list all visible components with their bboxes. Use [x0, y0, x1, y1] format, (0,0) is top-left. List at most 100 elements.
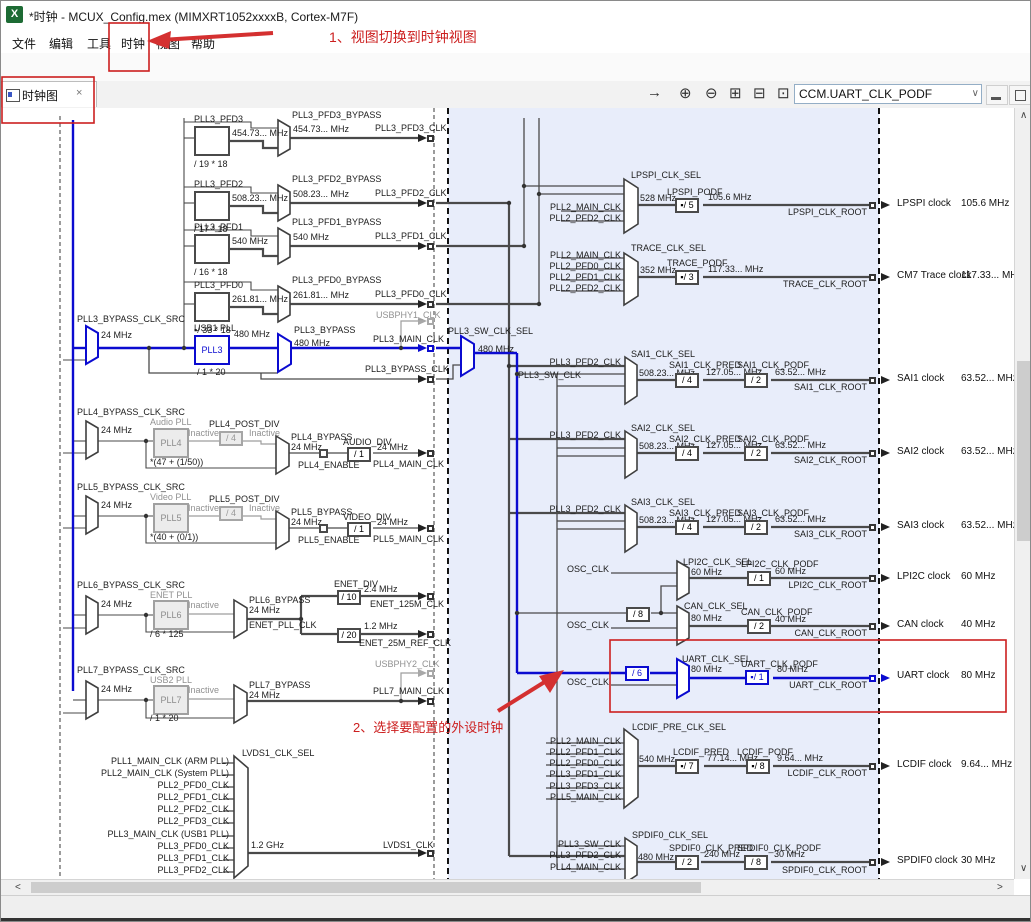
pll6-box[interactable]: PLL6	[153, 600, 189, 630]
sai1-clk-root-port[interactable]	[869, 377, 876, 384]
lcdif-podf[interactable]: ▪/ 8	[746, 759, 770, 774]
zoom-in-icon[interactable]: ⊕	[679, 84, 692, 102]
combo-caret-icon[interactable]: ∨	[972, 85, 979, 103]
sai2-clk-sel-mux[interactable]	[625, 431, 637, 478]
can-pre-div[interactable]: / 8	[626, 607, 650, 622]
spdif-clk-root-port[interactable]	[869, 859, 876, 866]
menu-edit[interactable]: 编辑	[46, 34, 76, 53]
trace-podf[interactable]: ▪/ 3	[675, 270, 699, 285]
comment-icon[interactable]: ⊡	[777, 84, 790, 102]
pfd0-clk-port[interactable]	[427, 301, 434, 308]
pll3-box[interactable]: PLL3	[194, 335, 230, 365]
pll5-mult[interactable]: *(40 + (0/1))	[150, 532, 198, 542]
enet-25m-ref-clk-port[interactable]	[427, 631, 434, 638]
pll6-bypass-src-mux[interactable]	[86, 596, 98, 634]
pll5-enable-gate[interactable]	[319, 524, 328, 533]
menu-clocks[interactable]: 时钟	[118, 34, 148, 53]
zoom-out-icon[interactable]: ⊖	[705, 84, 718, 102]
pll7-main-clk-port[interactable]	[427, 698, 434, 705]
vertical-scroll-thumb[interactable]	[1017, 361, 1030, 541]
sai2-pred[interactable]: / 4	[675, 446, 699, 461]
pfd0-box[interactable]	[194, 292, 230, 322]
lvds1-clk-port[interactable]	[427, 850, 434, 857]
clock-diagram-canvas[interactable]: PLL3_PFD3 454.73... MHz / 19 * 18 PLL3_P…	[1, 108, 1014, 879]
scroll-left-icon[interactable]: <	[15, 882, 21, 893]
pll7-box[interactable]: PLL7	[153, 685, 189, 715]
pll3-bypass-clk-port[interactable]	[427, 376, 434, 383]
pfd3-clk-port[interactable]	[427, 135, 434, 142]
usbphy1-clk-port[interactable]	[427, 318, 434, 325]
pll3-pfd0-bypass-mux[interactable]	[278, 286, 290, 322]
lvds1-clk-sel-mux[interactable]	[234, 756, 248, 878]
pll4-bypass-src-mux[interactable]	[86, 421, 98, 459]
pll3-main-clk-port[interactable]	[427, 345, 434, 352]
maximize-view-button[interactable]	[1009, 85, 1031, 105]
enet-125m-clk-port[interactable]	[427, 593, 434, 600]
pll7-mult[interactable]: / 1 * 20	[150, 713, 179, 723]
spdif-podf[interactable]: / 8	[744, 855, 768, 870]
usbphy2-clk-port[interactable]	[427, 670, 434, 677]
pfd3-div[interactable]: / 19 * 18	[194, 159, 228, 169]
spdif-pred[interactable]: / 2	[675, 855, 699, 870]
pll7-bypass-src-mux[interactable]	[86, 681, 98, 719]
sai3-pred[interactable]: / 4	[675, 520, 699, 535]
uart-podf[interactable]: ▪/ 1	[745, 670, 769, 685]
can-podf[interactable]: / 2	[747, 619, 771, 634]
lpspi-podf[interactable]: ▪/ 5	[675, 198, 699, 213]
sai3-clk-sel-mux[interactable]	[625, 505, 637, 552]
pll3-pfd3-bypass-mux[interactable]	[278, 120, 290, 156]
trace-clk-root-port[interactable]	[869, 274, 876, 281]
go-to-icon[interactable]: →	[647, 84, 662, 101]
pll3-pfd1-bypass-mux[interactable]	[278, 228, 290, 264]
pfd1-box[interactable]	[194, 234, 230, 264]
lcdif-pred[interactable]: ▪/ 7	[675, 759, 699, 774]
audio-div[interactable]: / 1	[347, 447, 371, 462]
pll3-pfd2-bypass-mux[interactable]	[278, 185, 290, 221]
pll5-bypass-src-mux[interactable]	[86, 496, 98, 534]
minimize-view-button[interactable]	[986, 85, 1008, 105]
pll6-mult[interactable]: / 6 * 125	[150, 629, 184, 639]
spdif0-clk-sel-mux[interactable]	[625, 838, 637, 879]
pll4-box[interactable]: PLL4	[153, 428, 189, 458]
video-div[interactable]: / 1	[347, 522, 371, 537]
scroll-right-icon[interactable]: >	[997, 882, 1003, 893]
lpi2c-clk-root-port[interactable]	[869, 575, 876, 582]
pll4-post-div[interactable]: / 4	[219, 431, 243, 446]
close-icon[interactable]: ×	[76, 87, 82, 99]
pll5-box[interactable]: PLL5	[153, 503, 189, 533]
uart-clk-sel-mux[interactable]	[677, 659, 689, 698]
can-clk-root-port[interactable]	[869, 623, 876, 630]
sai1-podf[interactable]: / 2	[744, 373, 768, 388]
pll6-bypass-mux[interactable]	[234, 600, 247, 638]
pll4-enable-gate[interactable]	[319, 449, 328, 458]
horizontal-scroll-thumb[interactable]	[31, 882, 701, 893]
lpspi-clk-sel-mux[interactable]	[624, 179, 638, 233]
pll5-bypass-mux[interactable]	[276, 511, 289, 549]
pll4-bypass-mux[interactable]	[276, 436, 289, 474]
menu-views[interactable]: 视图	[153, 34, 183, 53]
sai1-clk-sel-mux[interactable]	[625, 357, 637, 404]
horizontal-scrollbar[interactable]: < >	[1, 879, 1014, 895]
trace-clk-sel-mux[interactable]	[624, 253, 638, 305]
sai2-clk-root-port[interactable]	[869, 450, 876, 457]
sai1-pred[interactable]: / 4	[675, 373, 699, 388]
uart-clk-root-port[interactable]	[869, 675, 876, 682]
lcdif-clk-root-port[interactable]	[869, 763, 876, 770]
fit-width-icon[interactable]: ⊞	[729, 84, 742, 102]
fit-height-icon[interactable]: ⊟	[753, 84, 766, 102]
pll3-bypass-mux[interactable]	[278, 334, 291, 372]
menu-tools[interactable]: 工具	[84, 34, 114, 53]
signal-selector[interactable]: CCM.UART_CLK_PODF ∨	[794, 84, 982, 104]
pfd1-div[interactable]: / 16 * 18	[194, 267, 228, 277]
lpspi-clk-root-port[interactable]	[869, 202, 876, 209]
uart-pre-div[interactable]: / 6	[625, 666, 649, 681]
pll4-mult[interactable]: *(47 + (1/50))	[150, 457, 203, 467]
tab-clock-diagram[interactable]: 时钟图 ×	[1, 81, 97, 107]
pfd3-box[interactable]	[194, 126, 230, 156]
enet-div1[interactable]: / 10	[337, 590, 361, 605]
pll5-main-clk-port[interactable]	[427, 525, 434, 532]
scroll-down-icon[interactable]: ∨	[1020, 863, 1027, 874]
vertical-scrollbar[interactable]: ∧ ∨	[1014, 108, 1031, 879]
pll3-bypass-src-mux[interactable]	[86, 326, 98, 364]
lpi2c-podf[interactable]: / 1	[747, 571, 771, 586]
